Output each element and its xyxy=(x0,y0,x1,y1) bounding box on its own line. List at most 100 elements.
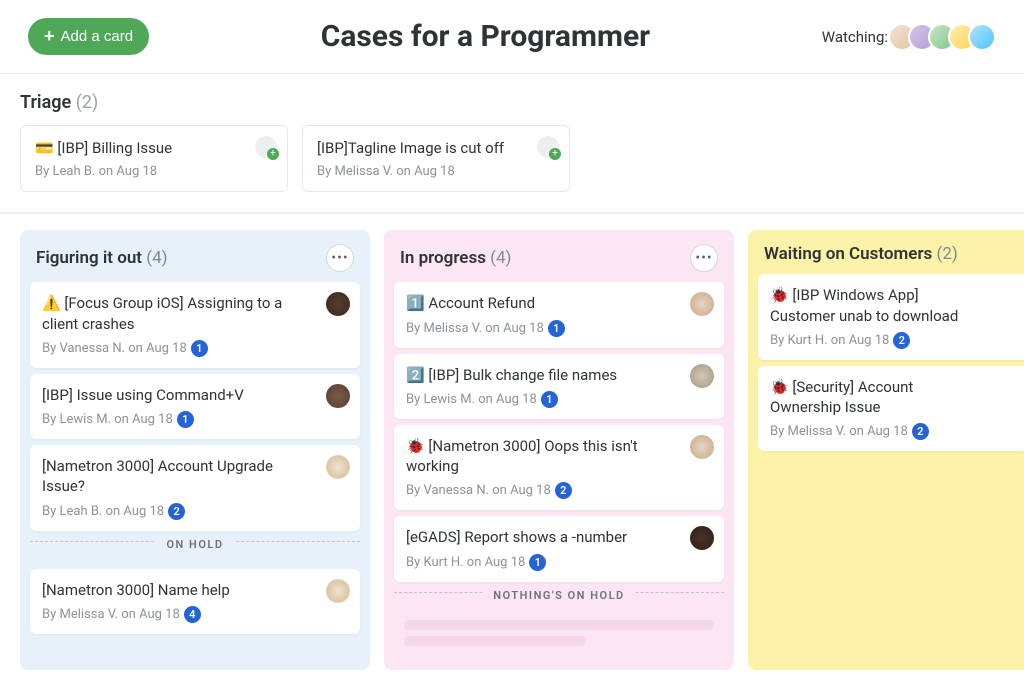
comment-badge: 4 xyxy=(184,606,201,623)
column-title: Figuring it out (4) xyxy=(36,248,168,268)
card-emoji-icon: 💳 xyxy=(35,139,54,157)
card[interactable]: 2️⃣ [IBP] Bulk change file names By Lewi… xyxy=(394,354,724,419)
comment-badge: 1 xyxy=(191,340,208,357)
card-title-text: [IBP Windows App] Customer unab to downl… xyxy=(770,286,958,324)
card-title: 💳 [IBP] Billing Issue xyxy=(35,138,273,158)
card-meta: By Lewis M. on Aug 18 xyxy=(406,392,537,407)
column-figuring-it-out: Figuring it out (4) ••• ⚠️ [Focus Group … xyxy=(20,230,370,669)
card[interactable]: ⚠️ [Focus Group iOS] Assigning to a clie… xyxy=(30,282,360,368)
card-title-text: [IBP] Bulk change file names xyxy=(428,366,617,384)
card-title-text: Account Refund xyxy=(428,294,535,312)
header: + Add a card Cases for a Programmer Watc… xyxy=(0,0,1024,73)
card[interactable]: [eGADS] Report shows a -number By Kurt H… xyxy=(394,516,724,581)
assignee-avatar[interactable] xyxy=(690,364,714,388)
card-title: [IBP] Issue using Command+V xyxy=(42,385,348,405)
assignee-avatar[interactable] xyxy=(326,384,350,408)
column-title: Waiting on Customers (2) xyxy=(764,244,958,264)
column-title: In progress (4) xyxy=(400,248,511,268)
triage-cards: 💳 [IBP] Billing Issue By Leah B. on Aug … xyxy=(20,125,1004,192)
more-button[interactable]: ••• xyxy=(690,244,718,272)
card-title-text: [Nametron 3000] Oops this isn't working xyxy=(406,437,638,475)
card-meta: By Kurt H. on Aug 18 xyxy=(406,555,525,570)
card-emoji-icon: 🐞 xyxy=(406,437,425,455)
card[interactable]: [IBP] Issue using Command+V By Lewis M. … xyxy=(30,374,360,439)
card-title: [Nametron 3000] Name help xyxy=(42,580,348,600)
column-in-progress: In progress (4) ••• 1️⃣ Account Refund B… xyxy=(384,230,734,669)
card-meta: By Leah B. on Aug 18 xyxy=(35,164,273,179)
column-header: Figuring it out (4) ••• xyxy=(30,244,360,282)
card-title: 🐞 [IBP Windows App] Customer unab to dow… xyxy=(770,285,1016,326)
column-header: Waiting on Customers (2) xyxy=(758,244,1024,274)
card-title: 🐞 [Security] Account Ownership Issue xyxy=(770,377,1016,418)
columns-container: Figuring it out (4) ••• ⚠️ [Focus Group … xyxy=(0,212,1024,685)
card-title-text: [IBP]Tagline Image is cut off xyxy=(317,139,504,157)
column-count: (2) xyxy=(937,244,958,264)
comment-badge: 2 xyxy=(555,482,572,499)
comment-badge: 2 xyxy=(912,423,929,440)
card[interactable]: 🐞 [IBP Windows App] Customer unab to dow… xyxy=(758,274,1024,360)
avatar[interactable] xyxy=(968,23,996,51)
column-header: In progress (4) ••• xyxy=(394,244,724,282)
card-title-text: [Focus Group iOS] Assigning to a client … xyxy=(42,294,282,332)
card-meta: By Lewis M. on Aug 18 xyxy=(42,412,173,427)
card-meta: By Leah B. on Aug 18 xyxy=(42,504,164,519)
card-meta: By Kurt H. on Aug 18 xyxy=(770,333,889,348)
comment-badge: 2 xyxy=(893,332,910,349)
column-title-text: Figuring it out xyxy=(36,248,142,268)
assignee-avatar[interactable] xyxy=(690,435,714,459)
card-title: 2️⃣ [IBP] Bulk change file names xyxy=(406,365,712,385)
comment-badge: 1 xyxy=(177,411,194,428)
placeholder-line xyxy=(404,636,586,646)
hold-divider: ON HOLD xyxy=(30,541,360,561)
hold-label: NOTHING'S ON HOLD xyxy=(483,589,634,602)
card-meta: By Melissa V. on Aug 18 xyxy=(42,607,180,622)
card-title: [IBP]Tagline Image is cut off xyxy=(317,138,555,158)
triage-title-text: Triage xyxy=(20,92,71,113)
column-count: (4) xyxy=(146,248,167,268)
column-count: (4) xyxy=(490,248,511,268)
page-title: Cases for a Programmer xyxy=(321,19,650,54)
card-emoji-icon: 🐞 xyxy=(770,378,789,396)
card-title: 1️⃣ Account Refund xyxy=(406,293,712,313)
watcher-avatars[interactable] xyxy=(896,23,996,51)
triage-card[interactable]: [IBP]Tagline Image is cut off By Melissa… xyxy=(302,125,570,192)
card[interactable]: 🐞 [Nametron 3000] Oops this isn't workin… xyxy=(394,425,724,511)
watching-section: Watching: xyxy=(822,23,996,51)
card[interactable]: [Nametron 3000] Name help By Melissa V. … xyxy=(30,569,360,634)
card[interactable]: 1️⃣ Account Refund By Melissa V. on Aug … xyxy=(394,282,724,347)
card[interactable]: [Nametron 3000] Account Upgrade Issue? B… xyxy=(30,445,360,531)
card[interactable]: 🐞 [Security] Account Ownership Issue By … xyxy=(758,366,1024,452)
card-meta: By Melissa V. on Aug 18 xyxy=(406,321,544,336)
card-title-text: [Security] Account Ownership Issue xyxy=(770,378,913,416)
card-title: ⚠️ [Focus Group iOS] Assigning to a clie… xyxy=(42,293,348,334)
card-meta: By Vanessa N. on Aug 18 xyxy=(406,483,551,498)
comment-badge: 1 xyxy=(548,320,565,337)
card-title: [Nametron 3000] Account Upgrade Issue? xyxy=(42,456,348,497)
card-title: [eGADS] Report shows a -number xyxy=(406,527,712,547)
card-emoji-icon: 1️⃣ xyxy=(406,294,425,312)
triage-card[interactable]: 💳 [IBP] Billing Issue By Leah B. on Aug … xyxy=(20,125,288,192)
comment-badge: 2 xyxy=(168,503,185,520)
assignee-avatar[interactable] xyxy=(326,579,350,603)
add-card-label: Add a card xyxy=(61,28,134,45)
column-title-text: Waiting on Customers xyxy=(764,244,932,264)
card-meta: By Vanessa N. on Aug 18 xyxy=(42,341,187,356)
plus-icon: + xyxy=(44,26,55,47)
add-card-button[interactable]: + Add a card xyxy=(28,18,149,55)
card-emoji-icon: 2️⃣ xyxy=(406,366,425,384)
card-emoji-icon: ⚠️ xyxy=(42,294,61,312)
placeholder-line xyxy=(404,620,714,630)
assign-icon[interactable] xyxy=(537,136,559,158)
assignee-avatar[interactable] xyxy=(326,455,350,479)
hold-label: ON HOLD xyxy=(156,538,233,551)
assign-icon[interactable] xyxy=(255,136,277,158)
column-title-text: In progress xyxy=(400,248,486,268)
comment-badge: 1 xyxy=(529,554,546,571)
more-button[interactable]: ••• xyxy=(326,244,354,272)
card-meta: By Melissa V. on Aug 18 xyxy=(317,164,555,179)
column-waiting-on-customers: Waiting on Customers (2) 🐞 [IBP Windows … xyxy=(748,230,1024,669)
card-emoji-icon: 🐞 xyxy=(770,286,789,304)
comment-badge: 1 xyxy=(541,391,558,408)
triage-title: Triage (2) xyxy=(20,92,1004,113)
hold-divider: NOTHING'S ON HOLD xyxy=(394,592,724,612)
